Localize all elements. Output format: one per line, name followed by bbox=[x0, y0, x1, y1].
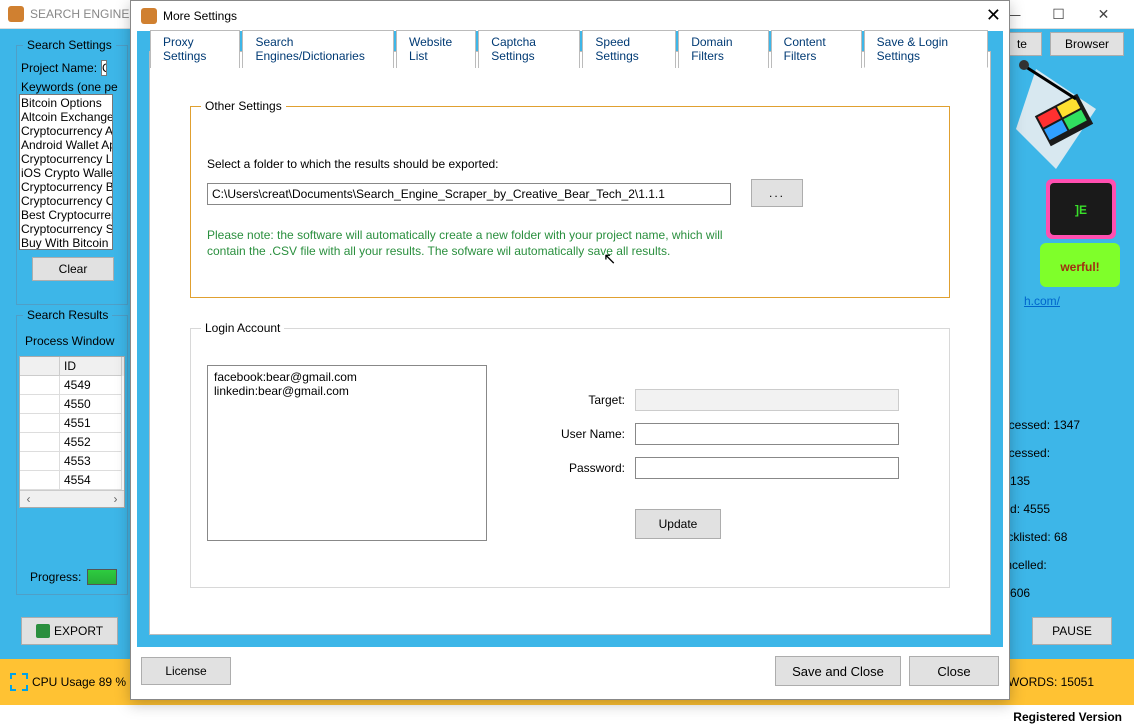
pause-button[interactable]: PAUSE bbox=[1032, 617, 1112, 645]
settings-tab-panel: Proxy Settings Search Engines/Dictionari… bbox=[149, 51, 991, 635]
progress-label: Progress: bbox=[30, 570, 81, 584]
login-account-fieldset: Login Account facebook:bear@gmail.com li… bbox=[190, 328, 950, 588]
close-icon[interactable]: ✕ bbox=[1081, 0, 1126, 29]
id-column-header: ID bbox=[60, 357, 122, 376]
cpu-usage: CPU Usage 89 % bbox=[32, 675, 126, 689]
password-input[interactable] bbox=[635, 457, 899, 479]
target-label: Target: bbox=[561, 393, 625, 407]
svg-text:werful!: werful! bbox=[1059, 260, 1099, 274]
registered-version: Registered Version bbox=[1013, 710, 1122, 724]
search-results-group: Search Results Process Window ID 4549 45… bbox=[16, 315, 128, 595]
tab-domain-filters[interactable]: Domain Filters bbox=[678, 30, 768, 68]
password-label: Password: bbox=[561, 461, 625, 475]
username-label: User Name: bbox=[561, 427, 625, 441]
tab-speed-settings[interactable]: Speed Settings bbox=[582, 30, 676, 68]
keywords-label: Keywords (one pe bbox=[21, 80, 118, 94]
browser-button[interactable]: Browser bbox=[1050, 32, 1124, 56]
tabs-row: Proxy Settings Search Engines/Dictionari… bbox=[150, 30, 990, 68]
table-row: 4554 bbox=[60, 471, 122, 490]
cpu-icon bbox=[10, 673, 28, 691]
export-note: Please note: the software will automatic… bbox=[207, 227, 727, 259]
process-window-label: Process Window bbox=[25, 334, 114, 348]
keywords-count: WORDS: 15051 bbox=[1008, 675, 1094, 689]
keywords-listbox[interactable]: Bitcoin Options Altcoin Exchange Cryptoc… bbox=[19, 94, 113, 250]
export-folder-label: Select a folder to which the results sho… bbox=[207, 157, 499, 171]
dialog-close-icon[interactable]: ✕ bbox=[986, 5, 1001, 26]
search-settings-group: Search Settings Project Name: Keywords (… bbox=[16, 45, 128, 305]
project-name-input[interactable] bbox=[101, 60, 107, 76]
results-table[interactable]: ID 4549 4550 4551 4552 4553 4554 ‹› bbox=[19, 356, 125, 508]
browse-folder-button[interactable]: ... bbox=[751, 179, 803, 207]
search-settings-legend: Search Settings bbox=[23, 38, 116, 52]
export-button[interactable]: EXPORT bbox=[21, 617, 118, 645]
save-and-close-button[interactable]: Save and Close bbox=[775, 656, 901, 686]
bottom-status-strip: Registered Version bbox=[0, 705, 1134, 728]
table-row: 4551 bbox=[60, 414, 122, 433]
update-button[interactable]: Update bbox=[635, 509, 721, 539]
app-icon bbox=[8, 6, 24, 22]
license-button[interactable]: License bbox=[141, 657, 231, 685]
tab-save-login[interactable]: Save & Login Settings bbox=[864, 30, 988, 68]
table-row: 4550 bbox=[60, 395, 122, 414]
other-settings-fieldset: Other Settings Select a folder to which … bbox=[190, 106, 950, 298]
close-button[interactable]: Close bbox=[909, 656, 999, 686]
login-account-legend: Login Account bbox=[201, 321, 284, 335]
clear-button[interactable]: Clear bbox=[32, 257, 114, 281]
table-horizontal-scrollbar[interactable]: ‹› bbox=[20, 490, 124, 507]
dialog-icon bbox=[141, 8, 157, 24]
table-row: 4549 bbox=[60, 376, 122, 395]
export-folder-input[interactable] bbox=[207, 183, 731, 205]
svg-text:]E: ]E bbox=[1075, 203, 1087, 217]
more-settings-dialog: More Settings ✕ Proxy Settings Search En… bbox=[130, 0, 1010, 700]
tab-search-engines[interactable]: Search Engines/Dictionaries bbox=[242, 30, 394, 68]
target-input[interactable] bbox=[635, 389, 899, 411]
tab-content-filters[interactable]: Content Filters bbox=[771, 30, 862, 68]
website-link[interactable]: h.com/ bbox=[1024, 294, 1060, 308]
table-row: 4552 bbox=[60, 433, 122, 452]
tab-captcha-settings[interactable]: Captcha Settings bbox=[478, 30, 580, 68]
accounts-listbox[interactable]: facebook:bear@gmail.com linkedin:bear@gm… bbox=[207, 365, 487, 541]
project-name-label: Project Name: bbox=[21, 61, 97, 75]
excel-icon bbox=[36, 624, 50, 638]
table-row: 4553 bbox=[60, 452, 122, 471]
tab-proxy-settings[interactable]: Proxy Settings bbox=[150, 30, 240, 68]
dialog-title: More Settings bbox=[163, 9, 237, 23]
maximize-icon[interactable]: ☐ bbox=[1036, 0, 1081, 29]
tab-website-list[interactable]: Website List bbox=[396, 30, 476, 68]
username-input[interactable] bbox=[635, 423, 899, 445]
promo-graphic: ]E werful! bbox=[1006, 59, 1122, 289]
search-results-legend: Search Results bbox=[23, 308, 112, 322]
other-settings-legend: Other Settings bbox=[201, 99, 286, 113]
progress-bar bbox=[87, 569, 117, 585]
